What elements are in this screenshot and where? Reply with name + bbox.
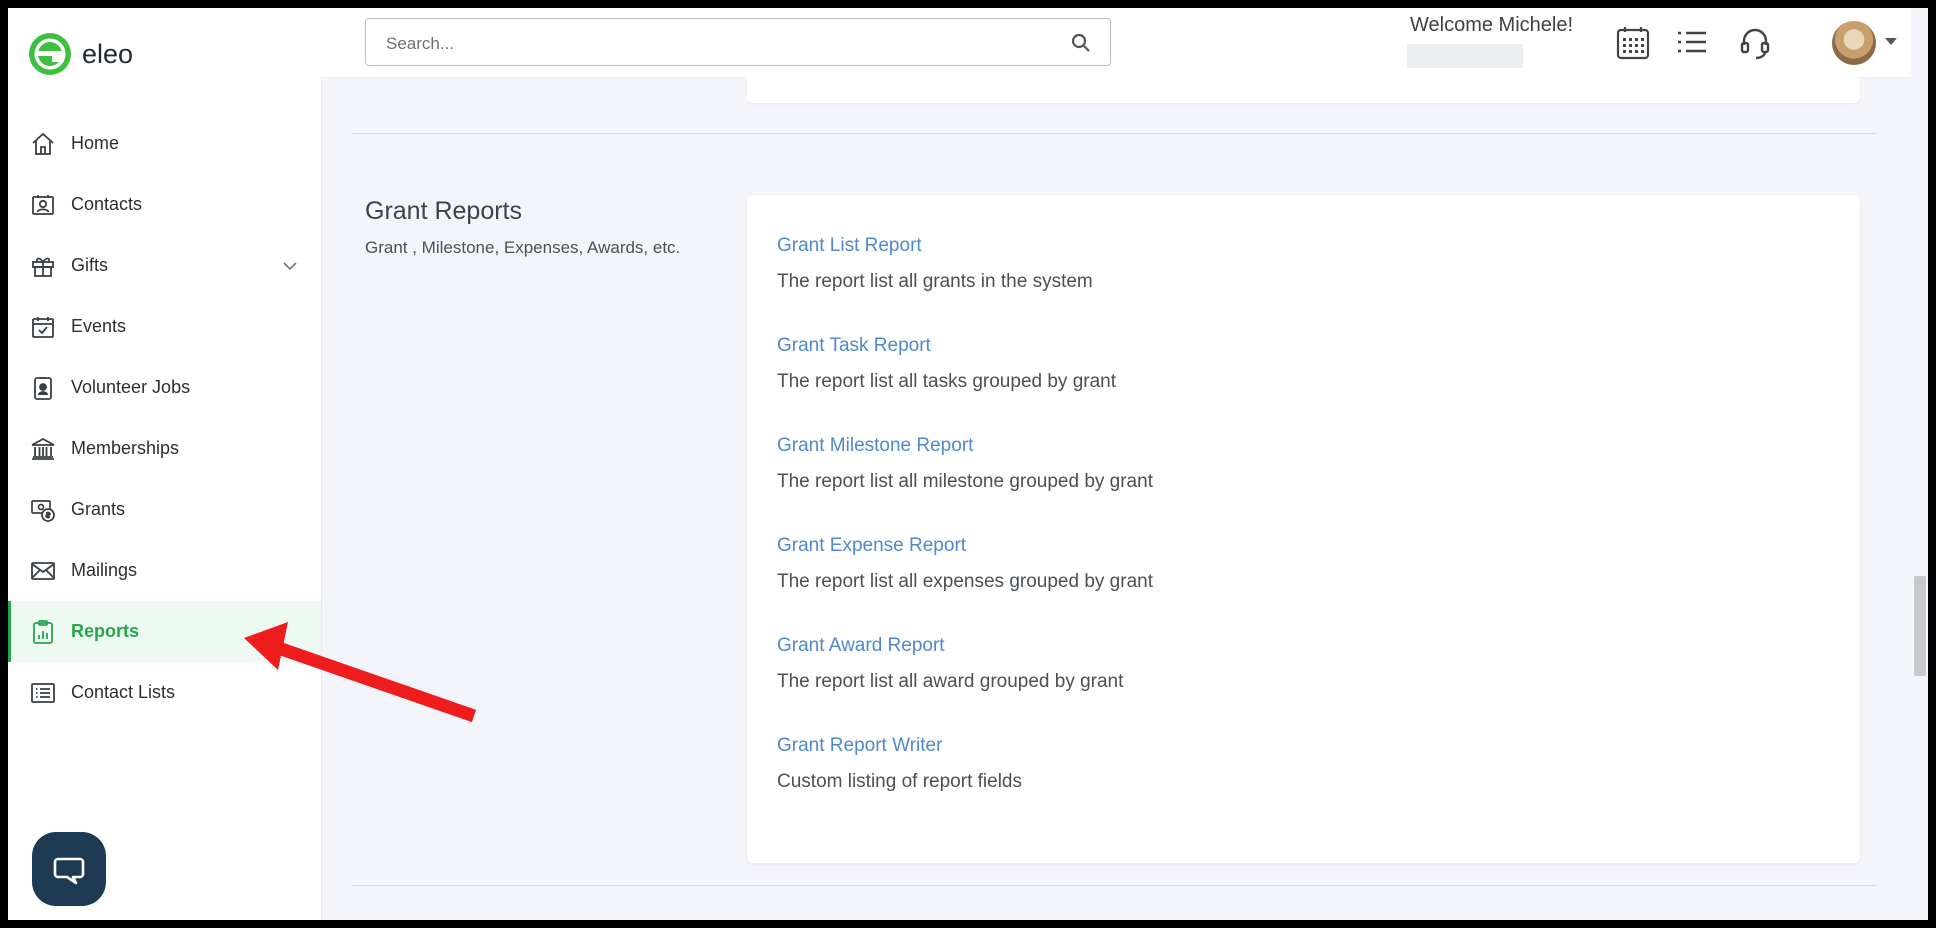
grant-money-icon (28, 495, 58, 525)
user-avatar[interactable] (1832, 21, 1876, 65)
section-divider (351, 133, 1876, 134)
previous-section-card (747, 77, 1860, 103)
sidebar: eleo Home Contacts Gifts Events Voluntee… (8, 8, 322, 920)
sidebar-item-events[interactable]: Events (8, 296, 321, 357)
envelope-icon (28, 556, 58, 586)
chat-support-button[interactable] (32, 832, 106, 906)
report-link-grant-award[interactable]: Grant Award Report (777, 635, 1123, 657)
sidebar-item-mailings[interactable]: Mailings (8, 540, 321, 601)
sidebar-item-home[interactable]: Home (8, 113, 321, 174)
section-title: Grant Reports (365, 197, 523, 225)
sidebar-item-label: Memberships (71, 438, 180, 458)
sidebar-item-label: Mailings (71, 560, 138, 580)
report-item: Grant Task Report The report list all ta… (777, 335, 1116, 393)
logo[interactable]: eleo (28, 32, 133, 76)
report-link-grant-report-writer[interactable]: Grant Report Writer (777, 735, 1022, 757)
report-description: The report list all award grouped by gra… (777, 671, 1124, 692)
volunteer-badge-icon (28, 373, 58, 403)
top-header: Welcome Michele! (321, 8, 1928, 78)
section-subtitle: Grant , Milestone, Expenses, Awards, etc… (365, 238, 681, 257)
scrollbar-thumb[interactable] (1914, 576, 1926, 676)
task-list-icon[interactable] (1674, 24, 1712, 62)
search-input[interactable] (384, 31, 1068, 57)
sidebar-item-label: Volunteer Jobs (71, 377, 191, 397)
contacts-icon (28, 190, 58, 220)
report-link-grant-milestone[interactable]: Grant Milestone Report (777, 435, 1153, 457)
report-item: Grant Award Report The report list all a… (777, 635, 1123, 693)
report-link-grant-expense[interactable]: Grant Expense Report (777, 535, 1153, 557)
caret-down-icon[interactable] (1885, 38, 1897, 45)
logo-text: eleo (82, 38, 134, 69)
sidebar-item-volunteer-jobs[interactable]: Volunteer Jobs (8, 357, 321, 418)
headset-support-icon[interactable] (1736, 24, 1774, 62)
search-box[interactable] (365, 18, 1111, 66)
report-item: Grant Milestone Report The report list a… (777, 435, 1153, 493)
clipboard-chart-icon (28, 617, 58, 647)
report-item: Grant Report Writer Custom listing of re… (777, 735, 1022, 793)
calendar-grid-icon[interactable] (1614, 24, 1652, 62)
sidebar-item-label: Reports (71, 621, 140, 641)
sidebar-item-label: Grants (71, 499, 126, 519)
sidebar-item-label: Events (71, 316, 127, 336)
sidebar-item-label: Home (71, 133, 120, 153)
chat-bubble-icon (53, 857, 85, 885)
scrollbar-track[interactable] (1911, 8, 1928, 920)
sidebar-item-label: Contact Lists (71, 682, 176, 702)
sidebar-item-contacts[interactable]: Contacts (8, 174, 321, 235)
report-item: Grant List Report The report list all gr… (777, 235, 1093, 293)
reports-card: Grant List Report The report list all gr… (747, 195, 1860, 863)
gift-icon (28, 251, 58, 281)
section-divider (351, 885, 1876, 886)
report-description: The report list all expenses grouped by … (777, 571, 1153, 592)
sidebar-item-grants[interactable]: Grants (8, 479, 321, 540)
redacted-organization-name (1407, 44, 1523, 68)
sidebar-item-memberships[interactable]: Memberships (8, 418, 321, 479)
eleo-logo-icon (29, 33, 71, 75)
welcome-message: Welcome Michele! (1410, 14, 1574, 36)
report-link-grant-list[interactable]: Grant List Report (777, 235, 1093, 257)
home-icon (28, 129, 58, 159)
sidebar-item-reports[interactable]: Reports (8, 601, 321, 662)
report-description: The report list all tasks grouped by gra… (777, 371, 1117, 392)
report-description: Custom listing of report fields (777, 771, 1022, 792)
calendar-check-icon (28, 312, 58, 342)
report-item: Grant Expense Report The report list all… (777, 535, 1153, 593)
app-window: eleo Home Contacts Gifts Events Voluntee… (8, 8, 1928, 920)
chevron-down-icon[interactable] (281, 257, 299, 275)
sidebar-item-contact-lists[interactable]: Contact Lists (8, 662, 321, 723)
report-description: The report list all milestone grouped by… (777, 471, 1153, 492)
list-icon (28, 678, 58, 708)
sidebar-nav: Home Contacts Gifts Events Volunteer Job… (8, 113, 321, 723)
search-icon[interactable] (1070, 32, 1092, 54)
report-description: The report list all grants in the system (777, 271, 1093, 292)
institution-icon (28, 434, 58, 464)
sidebar-item-label: Contacts (71, 194, 143, 214)
sidebar-item-label: Gifts (71, 255, 109, 275)
sidebar-item-gifts[interactable]: Gifts (8, 235, 321, 296)
report-link-grant-task[interactable]: Grant Task Report (777, 335, 1116, 357)
